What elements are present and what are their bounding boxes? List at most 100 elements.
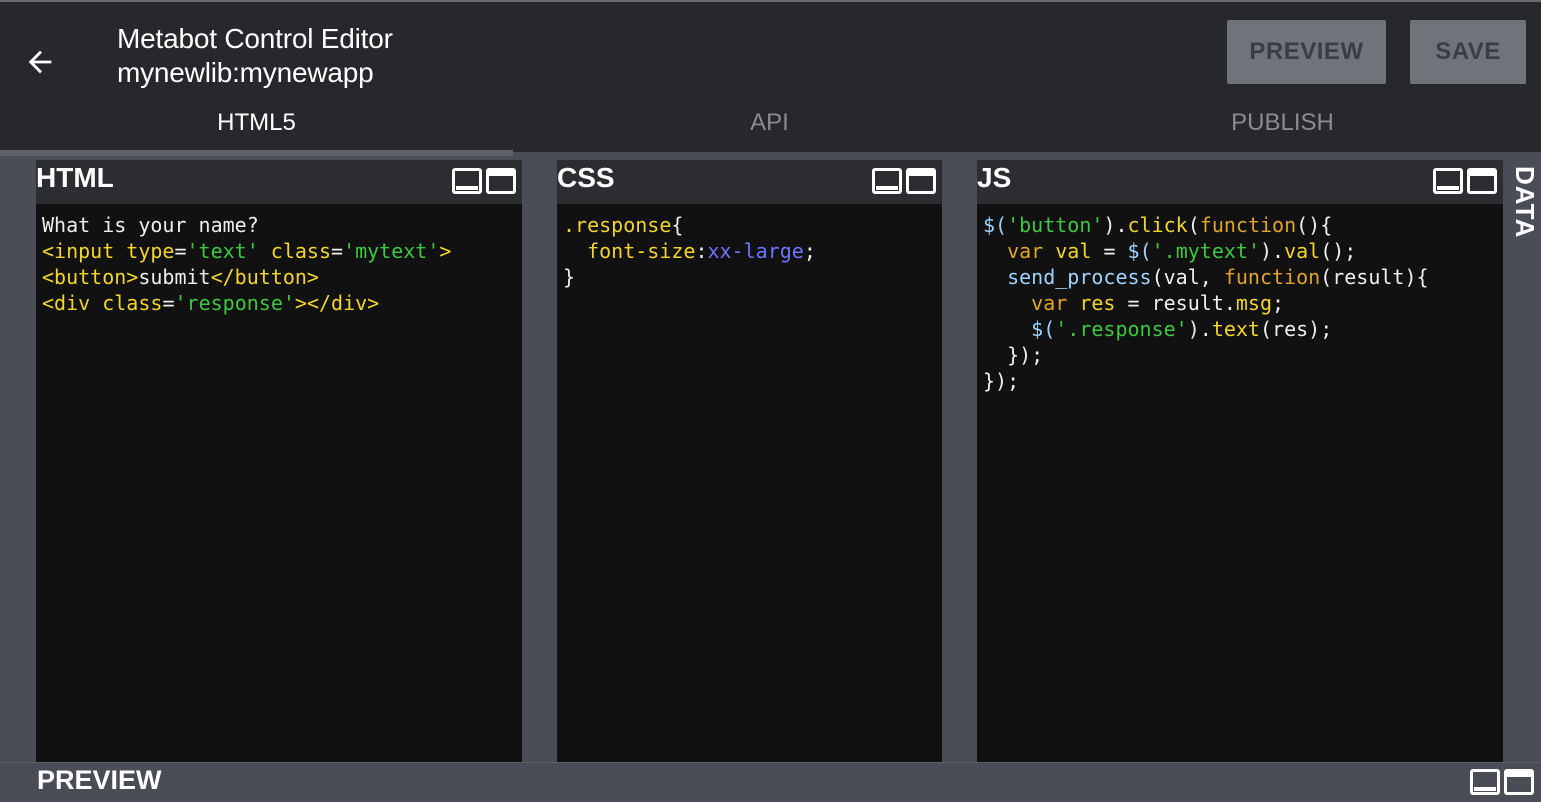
title-block: Metabot Control Editor mynewlib:mynewapp — [117, 22, 393, 90]
js-code-line: var res = result.msg; — [983, 290, 1497, 316]
code-token: }); — [983, 369, 1020, 393]
code-token: var — [1007, 239, 1044, 263]
html-panel-header: HTML — [36, 160, 522, 204]
minimize-panel-icon[interactable] — [1470, 769, 1500, 795]
code-token: font-size — [563, 239, 696, 263]
save-button[interactable]: SAVE — [1410, 20, 1526, 84]
js-code-line: }); — [983, 342, 1497, 368]
html-code-line: <input type='text' class='mytext'> — [42, 238, 516, 264]
tab-html5[interactable]: HTML5 — [0, 98, 513, 148]
code-token: 'button' — [1007, 213, 1104, 237]
data-panel-tab[interactable]: DATA — [1503, 160, 1541, 762]
app-identifier: mynewlib:mynewapp — [117, 57, 374, 88]
code-token: type — [126, 239, 175, 263]
code-token: ></div> — [294, 291, 380, 315]
code-token: ). — [1103, 213, 1128, 237]
css-code-line: } — [563, 264, 936, 290]
maximize-panel-icon[interactable] — [906, 168, 936, 194]
code-token: ). — [1260, 239, 1285, 263]
code-token: (result){ — [1320, 265, 1429, 289]
code-token: class — [258, 239, 332, 263]
back-button[interactable] — [20, 42, 60, 82]
code-token: $( — [1031, 317, 1056, 341]
code-token: 'mytext' — [343, 239, 440, 263]
js-code-line: }); — [983, 368, 1497, 394]
code-token: = result. — [1127, 291, 1236, 315]
html-code-editor[interactable]: What is your name? <input type = 'text' cla… — [36, 204, 522, 762]
minimize-panel-icon[interactable] — [872, 168, 902, 194]
tab-bar: HTML5 API PUBLISH — [0, 98, 1541, 156]
code-token: : — [695, 239, 708, 263]
code-token: (res); — [1259, 317, 1333, 341]
js-code-line: var val = $('.mytext').val(); — [983, 238, 1497, 264]
js-panel-header: JS — [977, 160, 1503, 204]
active-tab-indicator — [0, 150, 513, 156]
css-code-line: font-size:xx-large; — [563, 238, 936, 264]
code-token: class — [102, 291, 163, 315]
preview-panel-bar: PREVIEW — [0, 762, 1541, 802]
code-token: (val, — [1151, 265, 1224, 289]
code-token: <input — [42, 239, 127, 263]
js-code-line: $('button').click(function(){ — [983, 212, 1497, 238]
code-token: 'response' — [174, 291, 295, 315]
js-panel-title: JS — [977, 162, 1012, 193]
html-code-line: <div class='response'></div> — [42, 290, 516, 316]
code-token: '.mytext' — [1151, 239, 1260, 263]
css-code-line: .response{ — [563, 212, 936, 238]
code-token: '.response' — [1055, 317, 1188, 341]
minimize-panel-icon[interactable] — [452, 168, 482, 194]
code-token: (){ — [1296, 213, 1333, 237]
tab-publish[interactable]: PUBLISH — [1026, 98, 1539, 148]
preview-button[interactable]: PREVIEW — [1227, 20, 1386, 84]
html-code-line: <button>submit</button> — [42, 264, 516, 290]
js-code-line: send_process(val, function(result){ — [983, 264, 1497, 290]
code-token: <div — [42, 291, 103, 315]
css-code-editor[interactable]: .response{ font-size:xx-large;} — [557, 204, 942, 762]
code-token: function — [1223, 265, 1321, 289]
page-title: Metabot Control Editor — [117, 23, 393, 54]
code-token: > — [439, 239, 452, 263]
code-token: .response — [563, 213, 672, 237]
app-header: Metabot Control Editor mynewlib:mynewapp… — [0, 0, 1541, 156]
js-code-line: $('.response').text(res); — [983, 316, 1497, 342]
minimize-panel-icon[interactable] — [1433, 168, 1463, 194]
maximize-panel-icon[interactable] — [486, 168, 516, 194]
code-token: var — [1031, 291, 1068, 315]
code-token: = — [162, 291, 175, 315]
html-code-line: What is your name? — [42, 212, 516, 238]
code-token: res — [1067, 291, 1128, 315]
code-token: ; — [1272, 291, 1285, 315]
tab-api[interactable]: API — [513, 98, 1026, 148]
code-token: xx-large — [707, 239, 804, 263]
code-token: submit — [138, 265, 211, 289]
code-token: 'text' — [186, 239, 259, 263]
code-token: msg — [1235, 291, 1273, 315]
js-panel-controls — [1433, 168, 1497, 196]
code-token: send_process — [1007, 265, 1152, 289]
preview-panel-controls — [1470, 769, 1534, 797]
code-token: { — [671, 213, 684, 237]
code-token: text — [1211, 317, 1260, 341]
code-token: </button> — [210, 265, 319, 289]
code-token: ( — [1187, 213, 1200, 237]
code-token: }); — [983, 343, 1044, 367]
code-token: ). — [1187, 317, 1212, 341]
code-token: = — [1103, 239, 1128, 263]
code-token: $( — [1127, 239, 1152, 263]
html-panel-title: HTML — [36, 162, 114, 193]
html-panel-controls — [452, 168, 516, 196]
code-token: <button> — [42, 265, 139, 289]
maximize-panel-icon[interactable] — [1467, 168, 1497, 194]
code-token: = — [331, 239, 344, 263]
js-code-editor[interactable]: $('button').click(function(){ var val = … — [977, 204, 1503, 762]
code-token: ; — [803, 239, 816, 263]
code-token: function — [1199, 213, 1297, 237]
code-token: click — [1127, 213, 1188, 237]
maximize-panel-icon[interactable] — [1504, 769, 1534, 795]
code-token: (); — [1320, 239, 1357, 263]
code-token: } — [563, 265, 576, 289]
